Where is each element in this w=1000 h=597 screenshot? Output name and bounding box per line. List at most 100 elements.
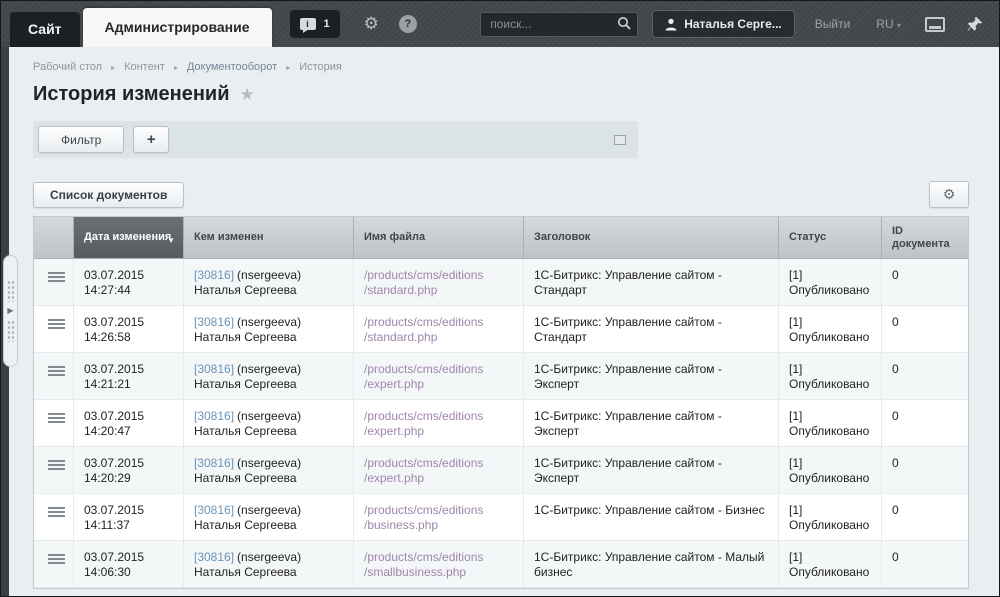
cell-modified-by: [30816](nsergeeva) Наталья Сергеева — [184, 400, 354, 446]
sidebar-expand-handle[interactable]: ▶ — [3, 255, 18, 367]
row-menu-icon[interactable] — [48, 460, 65, 470]
cell-status: [1] Опубликовано — [779, 400, 882, 446]
row-menu-icon[interactable] — [48, 554, 65, 564]
file-path-link[interactable]: /products/cms/editions /expert.php — [364, 456, 513, 486]
search-input[interactable] — [480, 12, 638, 37]
user-id-link[interactable]: [30816] — [194, 409, 234, 423]
cell-file-name: /products/cms/editions /expert.php — [354, 400, 524, 446]
header-date-modified[interactable]: Дата изменения ▼ — [74, 217, 184, 258]
file-path-link[interactable]: /products/cms/editions /expert.php — [364, 362, 513, 392]
desktop-mode-icon[interactable] — [925, 17, 945, 32]
cell-title: 1С-Битрикс: Управление сайтом - Эксперт — [524, 353, 779, 399]
search-icon[interactable] — [617, 16, 632, 31]
search-box — [480, 12, 638, 37]
breadcrumb-content[interactable]: Контент — [124, 61, 165, 73]
notifications-button[interactable]: i 1 — [290, 10, 340, 38]
cell-date: 03.07.2015 14:20:29 — [74, 447, 184, 493]
file-path-link[interactable]: /products/cms/editions /smallbusiness.ph… — [364, 550, 513, 580]
list-toolbar: Список документов ⚙ — [33, 181, 969, 208]
cell-date: 03.07.2015 14:11:37 — [74, 494, 184, 540]
cell-row-menu — [34, 541, 74, 587]
page-title: История изменений — [33, 83, 230, 106]
header-menu-column — [34, 217, 74, 258]
cell-modified-by: [30816](nsergeeva) Наталья Сергеева — [184, 353, 354, 399]
file-path-link[interactable]: /products/cms/editions /standard.php — [364, 315, 513, 345]
cell-row-menu — [34, 306, 74, 352]
user-id-link[interactable]: [30816] — [194, 550, 234, 564]
file-path-link[interactable]: /products/cms/editions /expert.php — [364, 409, 513, 439]
table-row: 03.07.2015 14:11:37 [30816](nsergeeva) Н… — [34, 494, 968, 541]
table-row: 03.07.2015 14:06:30 [30816](nsergeeva) Н… — [34, 541, 968, 588]
filter-panel: Фильтр + — [33, 121, 638, 158]
cell-row-menu — [34, 259, 74, 305]
table-header: Дата изменения ▼ Кем изменен Имя файла З… — [34, 217, 968, 259]
file-path-link[interactable]: /products/cms/editions /standard.php — [364, 268, 513, 298]
cell-doc-id: 0 — [882, 400, 968, 446]
drag-dots-icon — [7, 280, 14, 302]
pin-icon[interactable] — [967, 16, 983, 32]
header-file-name[interactable]: Имя файла — [354, 217, 524, 258]
chevron-down-icon: ▾ — [897, 21, 901, 30]
table-row: 03.07.2015 14:26:58 [30816](nsergeeva) Н… — [34, 306, 968, 353]
user-id-link[interactable]: [30816] — [194, 456, 234, 470]
row-menu-icon[interactable] — [48, 319, 65, 329]
table-body: 03.07.2015 14:27:44 [30816](nsergeeva) Н… — [34, 259, 968, 588]
header-doc-id[interactable]: ID документа — [882, 217, 968, 258]
breadcrumb-history: История — [299, 61, 342, 73]
cell-title: 1С-Битрикс: Управление сайтом - Эксперт — [524, 400, 779, 446]
cell-date: 03.07.2015 14:20:47 — [74, 400, 184, 446]
grid-settings-button[interactable]: ⚙ — [929, 181, 969, 208]
cell-doc-id: 0 — [882, 494, 968, 540]
row-menu-icon[interactable] — [48, 413, 65, 423]
row-menu-icon[interactable] — [48, 272, 65, 282]
header-status[interactable]: Статус — [779, 217, 882, 258]
cell-file-name: /products/cms/editions /business.php — [354, 494, 524, 540]
chevron-right-icon: ▶ — [7, 306, 13, 316]
file-path-link[interactable]: /products/cms/editions /business.php — [364, 503, 513, 533]
help-icon[interactable]: ? — [399, 15, 417, 33]
cell-modified-by: [30816](nsergeeva) Наталья Сергеева — [184, 494, 354, 540]
cell-row-menu — [34, 447, 74, 493]
settings-gear-icon[interactable]: ⚙ — [364, 14, 379, 34]
cell-modified-by: [30816](nsergeeva) Наталья Сергеева — [184, 306, 354, 352]
page-body: ▶ Рабочий стол ▸ Контент ▸ Документообор… — [1, 47, 999, 597]
user-id-link[interactable]: [30816] — [194, 268, 234, 282]
breadcrumb-separator-icon: ▸ — [174, 63, 178, 72]
title-bar: История изменений ★ — [33, 83, 969, 106]
favorite-star-icon[interactable]: ★ — [240, 85, 255, 105]
topbar: Сайт Администрирование i 1 ⚙ ? Наталья С… — [1, 1, 999, 47]
document-list-tab[interactable]: Список документов — [33, 182, 184, 208]
breadcrumb-workflow[interactable]: Документооборот — [187, 61, 277, 73]
cell-date: 03.07.2015 14:21:21 — [74, 353, 184, 399]
filter-panel-square-icon[interactable] — [614, 135, 626, 145]
user-menu-button[interactable]: Наталья Серге... — [652, 10, 795, 38]
cell-row-menu — [34, 400, 74, 446]
cell-row-menu — [34, 494, 74, 540]
cell-file-name: /products/cms/editions /expert.php — [354, 447, 524, 493]
row-menu-icon[interactable] — [48, 507, 65, 517]
user-id-link[interactable]: [30816] — [194, 315, 234, 329]
cell-status: [1] Опубликовано — [779, 447, 882, 493]
logout-link[interactable]: Выйти — [815, 17, 851, 31]
header-title[interactable]: Заголовок — [524, 217, 779, 258]
user-id-link[interactable]: [30816] — [194, 362, 234, 376]
cell-row-menu — [34, 353, 74, 399]
user-id-link[interactable]: [30816] — [194, 503, 234, 517]
breadcrumb-desktop[interactable]: Рабочий стол — [33, 61, 102, 73]
add-filter-button[interactable]: + — [133, 126, 169, 153]
user-name-label: Наталья Серге... — [684, 17, 782, 31]
header-modified-by[interactable]: Кем изменен — [184, 217, 354, 258]
table-row: 03.07.2015 14:21:21 [30816](nsergeeva) Н… — [34, 353, 968, 400]
table-row: 03.07.2015 14:27:44 [30816](nsergeeva) Н… — [34, 259, 968, 306]
tab-site[interactable]: Сайт — [10, 12, 80, 47]
cell-status: [1] Опубликовано — [779, 353, 882, 399]
tab-administration[interactable]: Администрирование — [83, 8, 272, 47]
language-selector[interactable]: RU ▾ — [876, 17, 901, 31]
breadcrumb-separator-icon: ▸ — [286, 63, 290, 72]
cell-status: [1] Опубликовано — [779, 494, 882, 540]
notification-count: 1 — [324, 18, 330, 30]
row-menu-icon[interactable] — [48, 366, 65, 376]
cell-date: 03.07.2015 14:27:44 — [74, 259, 184, 305]
table-row: 03.07.2015 14:20:29 [30816](nsergeeva) Н… — [34, 447, 968, 494]
filter-button[interactable]: Фильтр — [38, 126, 124, 153]
